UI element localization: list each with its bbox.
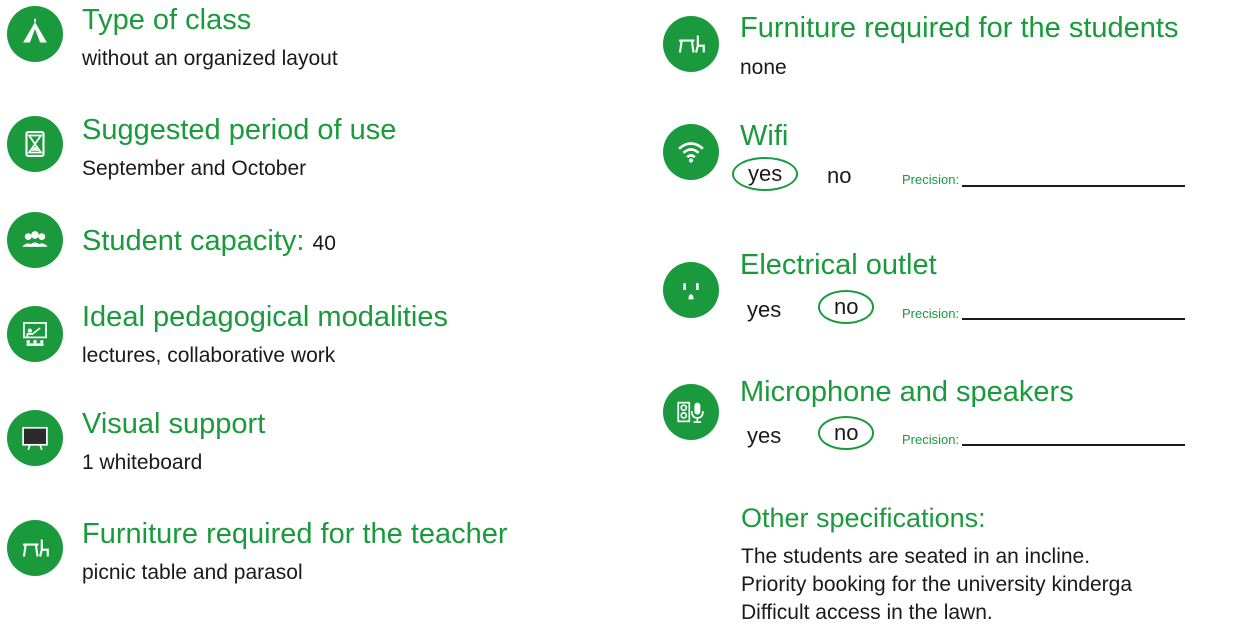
section-title: Electrical outlet xyxy=(740,249,937,281)
outlet-no-option[interactable]: no xyxy=(818,290,875,324)
section-value: without an organized layout xyxy=(82,47,338,70)
section-value: 1 whiteboard xyxy=(82,451,203,474)
section-value: September and October xyxy=(82,157,307,180)
capacity-value: 40 xyxy=(312,232,336,255)
wifi-icon xyxy=(663,124,719,180)
section-title: Furniture required for the students xyxy=(740,12,1179,44)
whiteboard-icon xyxy=(7,410,63,466)
section-title: Wifi xyxy=(740,120,789,152)
audio-yes-option[interactable]: yes xyxy=(747,423,781,449)
wifi-no-option[interactable]: no xyxy=(827,163,851,189)
section-title: Microphone and speakers xyxy=(740,376,1074,408)
precision-label: Precision: xyxy=(902,172,960,187)
spec-line: The students are seated in an incline. xyxy=(741,545,1091,568)
section-title: Suggested period of use xyxy=(82,114,397,146)
audio-no-option[interactable]: no xyxy=(818,416,875,450)
precision-field[interactable] xyxy=(962,318,1185,320)
table-chair-icon xyxy=(663,16,719,72)
precision-field[interactable] xyxy=(962,444,1185,446)
section-title: Type of class xyxy=(82,4,252,36)
section-value: lectures, collaborative work xyxy=(82,344,336,367)
table-chair-icon xyxy=(7,520,63,576)
section-title: Student capacity: 40 xyxy=(82,227,336,256)
teacher-icon xyxy=(7,306,63,362)
outlet-yes-option[interactable]: yes xyxy=(747,297,781,323)
tent-icon xyxy=(7,6,63,62)
precision-label: Precision: xyxy=(902,306,960,321)
precision-field[interactable] xyxy=(962,185,1185,187)
spec-line: Difficult access in the lawn. xyxy=(741,601,993,624)
speaker-mic-icon xyxy=(663,384,719,440)
section-value: none xyxy=(740,56,787,79)
hourglass-icon xyxy=(7,116,63,172)
group-icon xyxy=(7,212,63,268)
capacity-label: Student capacity: xyxy=(82,225,305,257)
other-specifications-title: Other specifications: xyxy=(741,503,986,533)
section-value: picnic table and parasol xyxy=(82,561,303,584)
precision-label: Precision: xyxy=(902,432,960,447)
section-title: Furniture required for the teacher xyxy=(82,518,508,550)
spec-line: Priority booking for the university kind… xyxy=(741,573,1133,596)
section-title: Ideal pedagogical modalities xyxy=(82,301,448,333)
outlet-icon xyxy=(663,262,719,318)
wifi-yes-option[interactable]: yes xyxy=(732,157,799,191)
section-title: Visual support xyxy=(82,408,266,440)
